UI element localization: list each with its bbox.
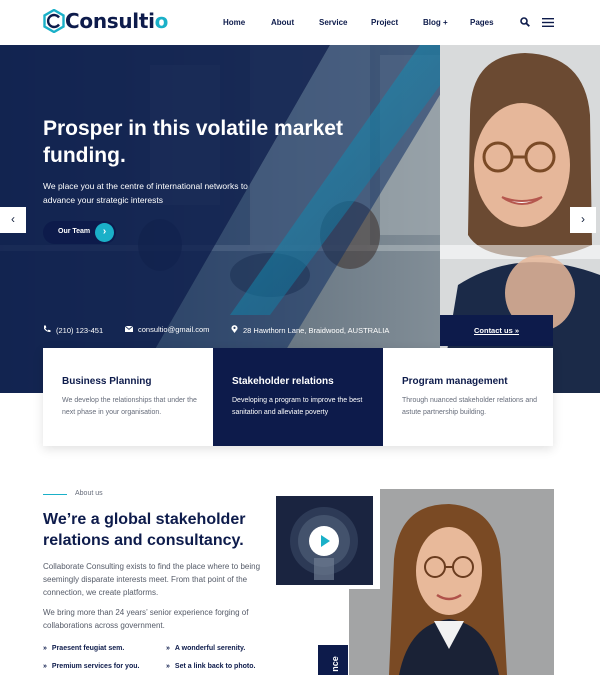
about-paragraph-2: We bring more than 24 years’ senior expe… xyxy=(43,608,249,630)
arrow-right-icon: › xyxy=(95,223,114,242)
hero-slider: Prosper in this volatile market funding.… xyxy=(0,45,600,393)
feature-card-text: Developing a program to improve the best… xyxy=(232,397,363,416)
site-header: Consultio Home About Service Project Blo… xyxy=(0,0,600,45)
contact-us-button[interactable]: Contact us » xyxy=(440,315,553,346)
contact-us-label: Contact us » xyxy=(473,326,519,335)
logo-text: Consultio xyxy=(65,9,169,33)
menu-icon[interactable] xyxy=(542,18,554,27)
feature-card-text: Through nuanced stakeholder relations an… xyxy=(402,397,538,416)
double-chevron-icon: » xyxy=(166,663,170,670)
contact-email[interactable]: consultio@gmail.com xyxy=(125,325,209,334)
feature-card-business-planning[interactable]: Business Planning We develop the relatio… xyxy=(43,348,213,446)
our-team-button[interactable]: Our Team › xyxy=(43,221,116,244)
nav-home[interactable]: Home xyxy=(223,18,245,27)
feature-card-text: We develop the relationships that under … xyxy=(62,397,197,416)
nav-pages[interactable]: Pages xyxy=(470,18,494,27)
double-chevron-icon: » xyxy=(43,645,47,652)
nav-project[interactable]: Project xyxy=(371,18,398,27)
hero-title: Prosper in this volatile market funding. xyxy=(43,117,343,167)
feature-card-title: Stakeholder relations xyxy=(232,376,334,387)
video-thumbnail[interactable] xyxy=(276,496,373,585)
feature-cards: Business Planning We develop the relatio… xyxy=(43,348,553,446)
list-item: » Set a link back to photo. xyxy=(166,663,256,670)
feature-card-title: Program management xyxy=(402,376,508,387)
mail-icon xyxy=(125,326,133,332)
eyebrow-divider xyxy=(43,494,67,495)
location-pin-icon xyxy=(231,325,238,333)
double-chevron-icon: » xyxy=(166,645,170,652)
about-eyebrow: About us xyxy=(75,490,103,497)
search-icon[interactable] xyxy=(520,17,530,27)
play-icon[interactable] xyxy=(309,526,339,556)
contact-bar: (210) 123-451 consultio@gmail.com 28 Haw… xyxy=(0,315,600,346)
slider-prev-button[interactable]: ‹ xyxy=(0,207,26,233)
hero-subtitle: We place you at the centre of internatio… xyxy=(43,181,248,205)
feature-card-title: Business Planning xyxy=(62,376,152,387)
contact-phone[interactable]: (210) 123-451 xyxy=(43,325,103,335)
feature-card-program-management[interactable]: Program management Through nuanced stake… xyxy=(383,348,553,446)
about-paragraph-1: Collaborate Consulting exists to find th… xyxy=(43,562,261,597)
list-item: » A wonderful serenity. xyxy=(166,645,246,652)
double-chevron-icon: » xyxy=(43,663,47,670)
feature-card-stakeholder-relations[interactable]: Stakeholder relations Developing a progr… xyxy=(213,348,383,446)
list-item: » Praesent feugiat sem. xyxy=(43,645,125,652)
logo-hexagon-icon xyxy=(43,9,65,33)
list-item: » Premium services for you. xyxy=(43,663,140,670)
contact-address: 28 Hawthorn Lane, Braidwood, AUSTRALIA xyxy=(231,325,389,335)
nav-service[interactable]: Service xyxy=(319,18,347,27)
experience-tag: nce xyxy=(318,645,348,675)
about-title: We’re a global stakeholder relations and… xyxy=(43,511,246,549)
logo[interactable]: Consultio xyxy=(42,9,168,33)
slider-next-button[interactable]: › xyxy=(570,207,596,233)
phone-icon xyxy=(44,325,51,333)
our-team-button-label: Our Team xyxy=(58,228,91,235)
nav-blog[interactable]: Blog + xyxy=(423,18,448,27)
nav-about[interactable]: About xyxy=(271,18,294,27)
